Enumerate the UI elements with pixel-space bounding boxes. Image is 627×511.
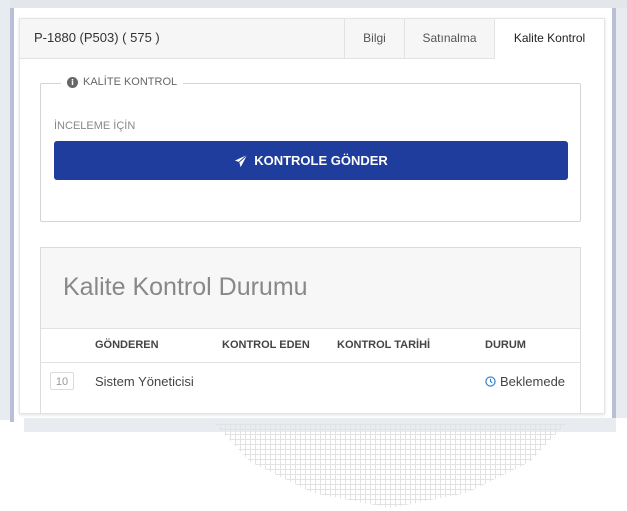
legend-label: KALİTE KONTROL [83,76,178,88]
background-right-shade [616,8,627,418]
quality-status-panel: Kalite Kontrol Durumu GÖNDEREN KONTROL E… [40,247,581,413]
inspect-label: İNCELEME İÇİN [54,120,136,132]
row-sender-cell: Sistem Yöneticisi [95,374,194,389]
tab-kalite-kontrol[interactable]: Kalite Kontrol [494,19,604,59]
status-label: Beklemede [500,374,566,389]
fieldset-legend: i KALİTE KONTROL [61,76,184,88]
background-top-strip [0,0,627,8]
product-card: P-1880 (P503) ( 575 ) Bilgi Satınalma Ka… [19,18,605,414]
info-icon: i [67,76,78,88]
status-panel-title: Kalite Kontrol Durumu [63,273,308,301]
quality-control-fieldset: i KALİTE KONTROL İNCELEME İÇİN KONTROLE … [40,76,581,222]
card-header: P-1880 (P503) ( 575 ) Bilgi Satınalma Ka… [20,19,604,59]
column-header-controller: KONTROL EDEN [222,339,310,351]
table-divider [41,362,580,363]
tab-bar: Bilgi Satınalma Kalite Kontrol [344,19,604,59]
tab-bilgi[interactable]: Bilgi [344,19,404,58]
row-status-cell: Beklemede [485,374,565,389]
paper-plane-icon [235,154,248,167]
column-header-status: DURUM [485,339,526,351]
column-header-sender: GÖNDEREN [95,339,159,351]
column-header-control-date: KONTROL TARİHİ [337,339,431,351]
row-index-badge: 10 [50,372,74,390]
send-to-control-button[interactable]: KONTROLE GÖNDER [54,141,568,180]
send-button-label: KONTROLE GÖNDER [254,153,388,168]
tab-satinalma[interactable]: Satınalma [404,19,494,58]
decorative-grid-pattern [215,424,565,508]
background-left-accent [10,8,14,422]
status-panel-header: Kalite Kontrol Durumu [41,248,580,329]
background-left-shade [0,0,10,420]
clock-icon [485,376,496,387]
card-title: P-1880 (P503) ( 575 ) [34,30,160,45]
